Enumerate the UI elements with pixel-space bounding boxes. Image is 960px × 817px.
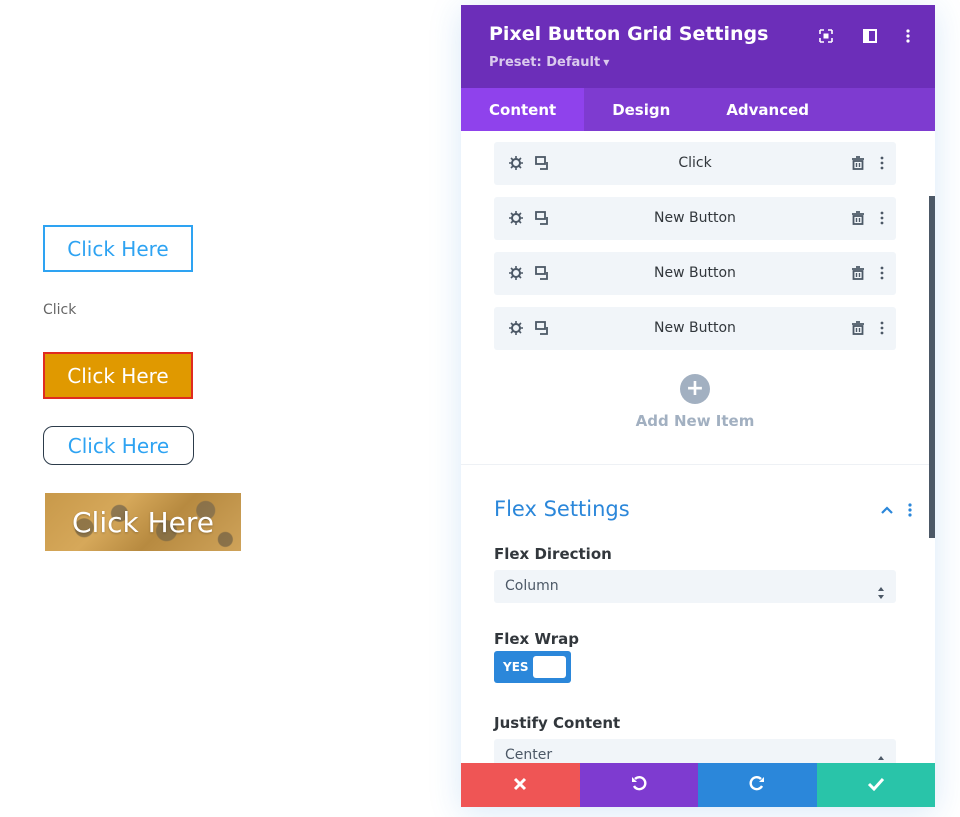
redo-button[interactable] [698, 763, 817, 807]
more-vertical-icon[interactable] [874, 210, 890, 226]
list-item[interactable]: Click [494, 142, 896, 185]
close-icon [513, 776, 527, 795]
duplicate-icon[interactable] [534, 155, 550, 171]
flex-wrap-label: Flex Wrap [494, 630, 579, 648]
save-button[interactable] [816, 763, 935, 807]
list-item[interactable]: New Button [494, 252, 896, 295]
gear-icon[interactable] [508, 320, 524, 336]
select-arrows-icon [877, 749, 885, 763]
preset-selector[interactable]: Preset: Default ▼ [489, 55, 609, 70]
justify-content-select[interactable]: Center [494, 739, 896, 763]
preview-button-rounded[interactable]: Click Here [43, 426, 194, 465]
more-vertical-icon[interactable] [874, 265, 890, 281]
preview-plain-text: Click [43, 302, 77, 318]
toggle-state-label: YES [503, 660, 529, 674]
undo-icon [630, 774, 648, 796]
redo-icon [748, 774, 766, 796]
flex-wrap-toggle[interactable]: YES [494, 651, 571, 683]
panel-title: Pixel Button Grid Settings [489, 23, 769, 45]
more-vertical-icon[interactable] [874, 155, 890, 171]
list-item-label: New Button [654, 320, 736, 336]
more-vertical-icon[interactable] [897, 25, 919, 47]
list-item[interactable]: New Button [494, 307, 896, 350]
trash-icon[interactable] [850, 320, 866, 336]
add-new-item-button[interactable]: + Add New Item [494, 374, 896, 434]
gear-icon[interactable] [508, 155, 524, 171]
list-item[interactable]: New Button [494, 197, 896, 240]
toggle-knob [533, 656, 566, 678]
justify-content-value: Center [505, 747, 553, 763]
chevron-up-icon[interactable] [878, 501, 896, 519]
flex-direction-value: Column [505, 578, 559, 594]
settings-panel: Pixel Button Grid Settings Preset: Defau… [461, 5, 935, 807]
caret-down-icon: ▼ [603, 58, 610, 67]
preview-button-outline[interactable]: Click Here [43, 225, 193, 272]
preview-button-image[interactable]: Click Here [45, 493, 241, 551]
plus-icon: + [680, 374, 710, 404]
scrollbar[interactable] [929, 196, 935, 538]
panel-body: Click New Button New Button New Button +… [461, 131, 935, 763]
flex-direction-label: Flex Direction [494, 545, 612, 563]
divider [461, 464, 929, 465]
gear-icon[interactable] [508, 265, 524, 281]
discard-button[interactable] [461, 763, 580, 807]
duplicate-icon[interactable] [534, 320, 550, 336]
trash-icon[interactable] [850, 265, 866, 281]
section-title[interactable]: Flex Settings [494, 497, 630, 521]
select-arrows-icon [877, 580, 885, 599]
check-icon [867, 776, 885, 795]
trash-icon[interactable] [850, 210, 866, 226]
fullscreen-icon[interactable] [815, 25, 837, 47]
list-item-label: New Button [654, 265, 736, 281]
panel-footer [461, 763, 935, 807]
more-vertical-icon[interactable] [905, 501, 915, 519]
tab-content[interactable]: Content [461, 88, 585, 131]
tab-design[interactable]: Design [584, 88, 698, 131]
list-item-label: Click [678, 155, 712, 171]
add-new-item-label: Add New Item [635, 412, 755, 430]
tab-advanced[interactable]: Advanced [698, 88, 837, 131]
preset-label: Preset: Default [489, 55, 601, 70]
preview-button-orange[interactable]: Click Here [43, 352, 193, 399]
more-vertical-icon[interactable] [874, 320, 890, 336]
split-view-icon[interactable] [859, 25, 881, 47]
tab-bar: Content Design Advanced [461, 88, 935, 131]
list-item-label: New Button [654, 210, 736, 226]
panel-header: Pixel Button Grid Settings Preset: Defau… [461, 5, 935, 88]
flex-direction-select[interactable]: Column [494, 570, 896, 603]
trash-icon[interactable] [850, 155, 866, 171]
undo-button[interactable] [579, 763, 698, 807]
gear-icon[interactable] [508, 210, 524, 226]
duplicate-icon[interactable] [534, 210, 550, 226]
duplicate-icon[interactable] [534, 265, 550, 281]
justify-content-label: Justify Content [494, 714, 621, 732]
